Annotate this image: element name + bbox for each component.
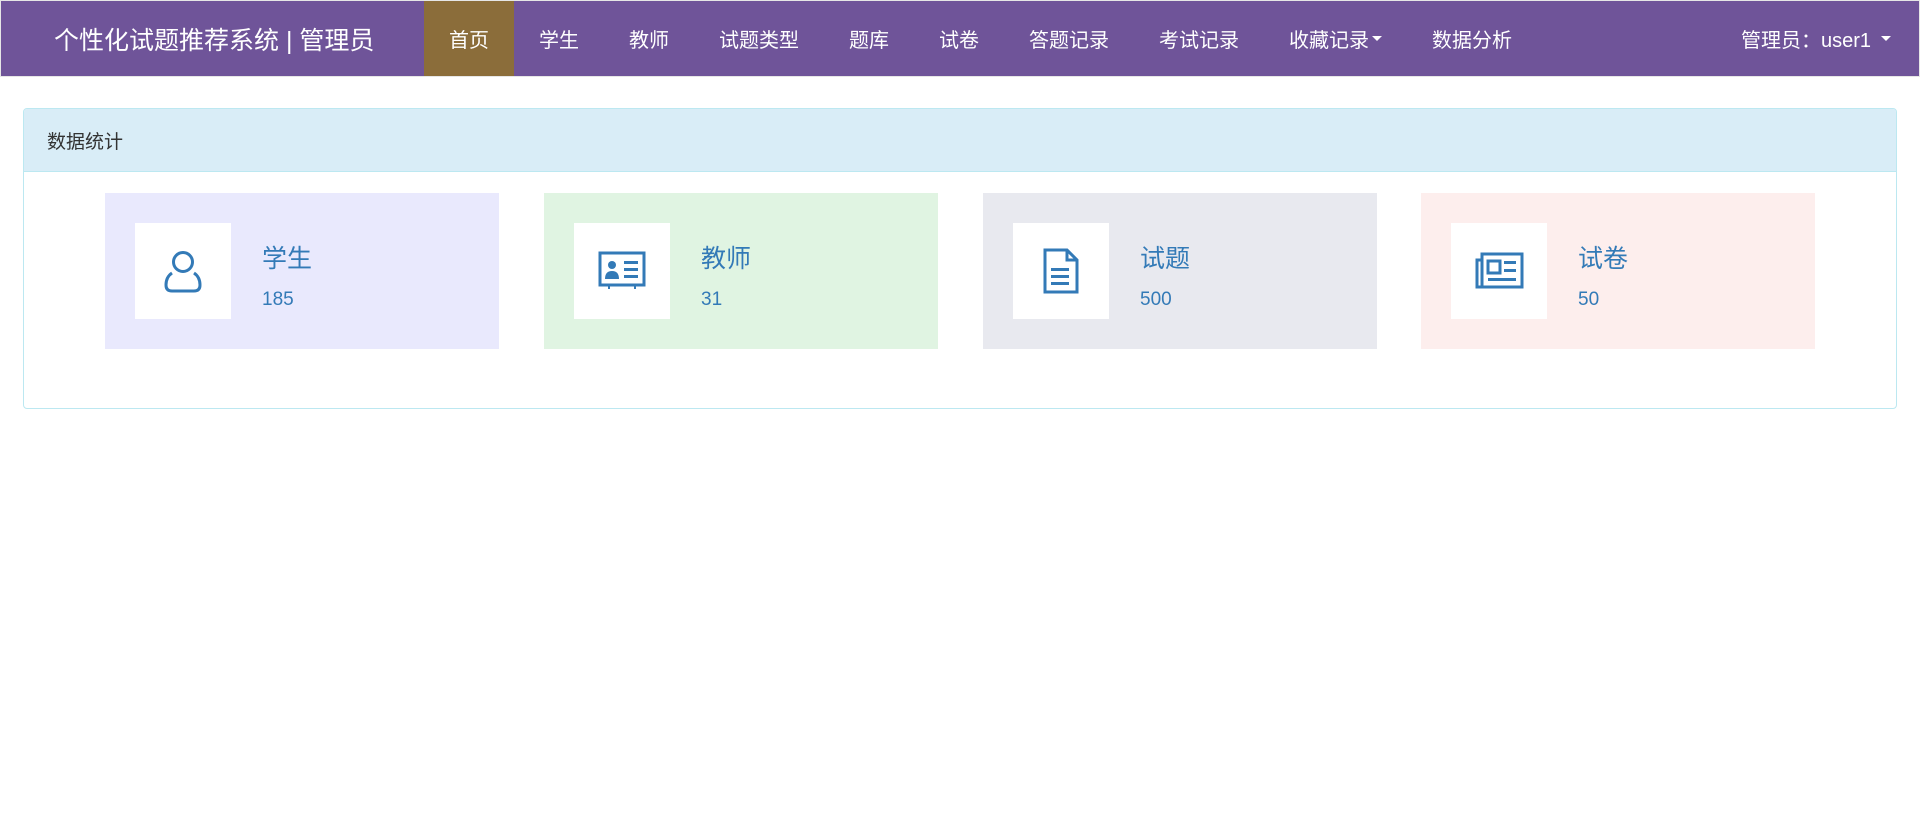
stat-card-questions[interactable]: 试题 500 [983, 193, 1377, 349]
nav-favorites-dropdown[interactable]: 收藏记录 [1264, 1, 1407, 76]
card-value: 50 [1578, 289, 1600, 310]
caret-down-icon [1881, 36, 1891, 41]
top-navbar: 个性化试题推荐系统 | 管理员 首页 学生 教师 试题类型 题库 试卷 答题记录… [0, 0, 1920, 77]
nav-question-types[interactable]: 试题类型 [694, 1, 824, 76]
file-text-icon [1013, 223, 1109, 319]
card-label: 教师 [701, 245, 752, 273]
user-label: 管理员：user1 [1740, 30, 1871, 52]
caret-down-icon [1372, 36, 1382, 41]
card-label: 试题 [1140, 245, 1191, 273]
card-label: 试卷 [1578, 245, 1629, 273]
nav-favorites-label: 收藏记录 [1289, 30, 1369, 52]
stat-card-papers[interactable]: 试卷 50 [1421, 193, 1815, 349]
user-menu[interactable]: 管理员：user1 [1741, 1, 1891, 76]
user-icon [135, 223, 231, 319]
nav-data-analysis[interactable]: 数据分析 [1407, 1, 1537, 76]
card-value: 185 [262, 289, 294, 310]
card-value: 500 [1140, 289, 1172, 310]
newspaper-icon [1451, 223, 1547, 319]
stat-card-teachers[interactable]: 教师 31 [544, 193, 938, 349]
nav-home[interactable]: 首页 [424, 1, 514, 76]
card-label: 学生 [262, 245, 313, 273]
nav-question-bank[interactable]: 题库 [824, 1, 914, 76]
nav-teachers[interactable]: 教师 [604, 1, 694, 76]
stat-card-students[interactable]: 学生 185 [105, 193, 499, 349]
brand-title[interactable]: 个性化试题推荐系统 | 管理员 [1, 1, 424, 76]
panel-title: 数据统计 [24, 109, 1896, 172]
nav-students[interactable]: 学生 [514, 1, 604, 76]
nav-papers[interactable]: 试卷 [914, 1, 1004, 76]
nav-exam-records[interactable]: 考试记录 [1134, 1, 1264, 76]
id-card-icon [574, 223, 670, 319]
stats-panel: 数据统计 学生 185 教师 31 试题 500 试卷 50 [23, 108, 1897, 409]
card-value: 31 [701, 289, 723, 310]
nav-answer-records[interactable]: 答题记录 [1004, 1, 1134, 76]
